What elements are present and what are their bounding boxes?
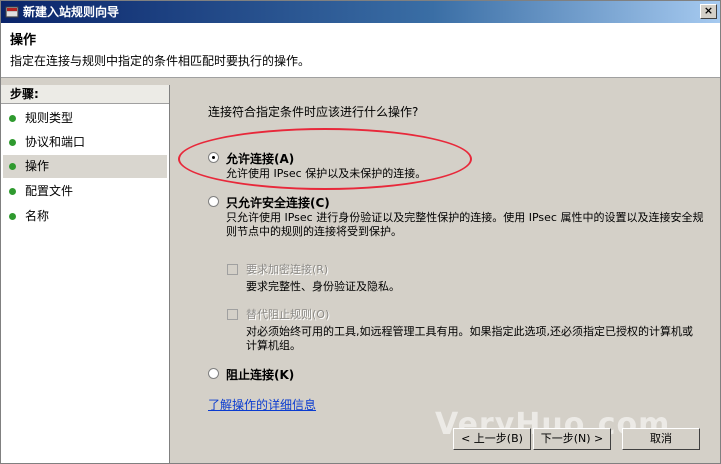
cancel-button[interactable]: 取消 bbox=[622, 428, 700, 450]
step-protocol-ports[interactable]: 协议和端口 bbox=[3, 131, 167, 154]
close-button[interactable]: × bbox=[700, 4, 717, 19]
step-dot-icon bbox=[9, 188, 16, 195]
steps-title: 步骤: bbox=[1, 85, 169, 104]
require-encryption-label: 要求加密连接(R) bbox=[246, 263, 329, 276]
wizard-window: 新建入站规则向导 × 操作 指定在连接与规则中指定的条件相匹配时要执行的操作。 … bbox=[0, 0, 721, 464]
action-question: 连接符合指定条件时应该进行什么操作? bbox=[208, 105, 419, 119]
step-label: 操作 bbox=[25, 159, 50, 173]
step-rule-type[interactable]: 规则类型 bbox=[3, 107, 167, 130]
step-label: 配置文件 bbox=[25, 184, 74, 198]
block-connection-label[interactable]: 阻止连接(K) bbox=[226, 366, 294, 383]
override-block-desc: 对必须始终可用的工具,如远程管理工具有用。如果指定此选项,还必须指定已授权的计算… bbox=[246, 325, 693, 352]
step-dot-icon bbox=[9, 163, 16, 170]
allow-secure-label[interactable]: 只允许安全连接(C) bbox=[226, 194, 330, 211]
allow-secure-radio[interactable] bbox=[208, 196, 219, 207]
title-bar: 新建入站规则向导 × bbox=[1, 1, 720, 23]
learn-more-link[interactable]: 了解操作的详细信息 bbox=[208, 396, 316, 413]
allow-connection-radio[interactable] bbox=[208, 152, 219, 163]
window-title: 新建入站规则向导 bbox=[23, 5, 120, 19]
step-dot-icon bbox=[9, 115, 16, 122]
block-connection-radio[interactable] bbox=[208, 368, 219, 379]
next-button[interactable]: 下一步(N) > bbox=[533, 428, 611, 450]
step-label: 协议和端口 bbox=[25, 135, 86, 149]
back-button[interactable]: < 上一步(B) bbox=[453, 428, 531, 450]
step-dot-icon bbox=[9, 213, 16, 220]
close-icon: × bbox=[703, 4, 714, 17]
steps-panel: 步骤: 规则类型 协议和端口 操作 配置文件 名称 bbox=[1, 85, 170, 463]
override-block-checkbox[interactable] bbox=[227, 309, 238, 320]
allow-connection-desc: 允许使用 IPsec 保护以及未保护的连接。 bbox=[226, 167, 427, 180]
content-panel: 连接符合指定条件时应该进行什么操作? 允许连接(A) 允许使用 IPsec 保护… bbox=[170, 85, 720, 463]
wizard-header: 操作 指定在连接与规则中指定的条件相匹配时要执行的操作。 bbox=[1, 23, 720, 78]
override-block-label: 替代阻止规则(O) bbox=[246, 308, 330, 321]
step-action[interactable]: 操作 bbox=[3, 155, 167, 178]
page-title: 操作 bbox=[10, 33, 37, 48]
step-label: 名称 bbox=[25, 209, 50, 223]
require-encryption-desc: 要求完整性、身份验证及隐私。 bbox=[246, 280, 400, 293]
allow-connection-label[interactable]: 允许连接(A) bbox=[226, 150, 294, 167]
allow-secure-desc: 只允许使用 IPsec 进行身份验证以及完整性保护的连接。使用 IPsec 属性… bbox=[226, 211, 704, 238]
step-dot-icon bbox=[9, 139, 16, 146]
step-label: 规则类型 bbox=[25, 111, 74, 125]
require-encryption-checkbox[interactable] bbox=[227, 264, 238, 275]
page-description: 指定在连接与规则中指定的条件相匹配时要执行的操作。 bbox=[10, 54, 311, 68]
step-name[interactable]: 名称 bbox=[3, 205, 167, 228]
step-profile[interactable]: 配置文件 bbox=[3, 180, 167, 203]
firewall-wizard-icon bbox=[5, 6, 19, 18]
